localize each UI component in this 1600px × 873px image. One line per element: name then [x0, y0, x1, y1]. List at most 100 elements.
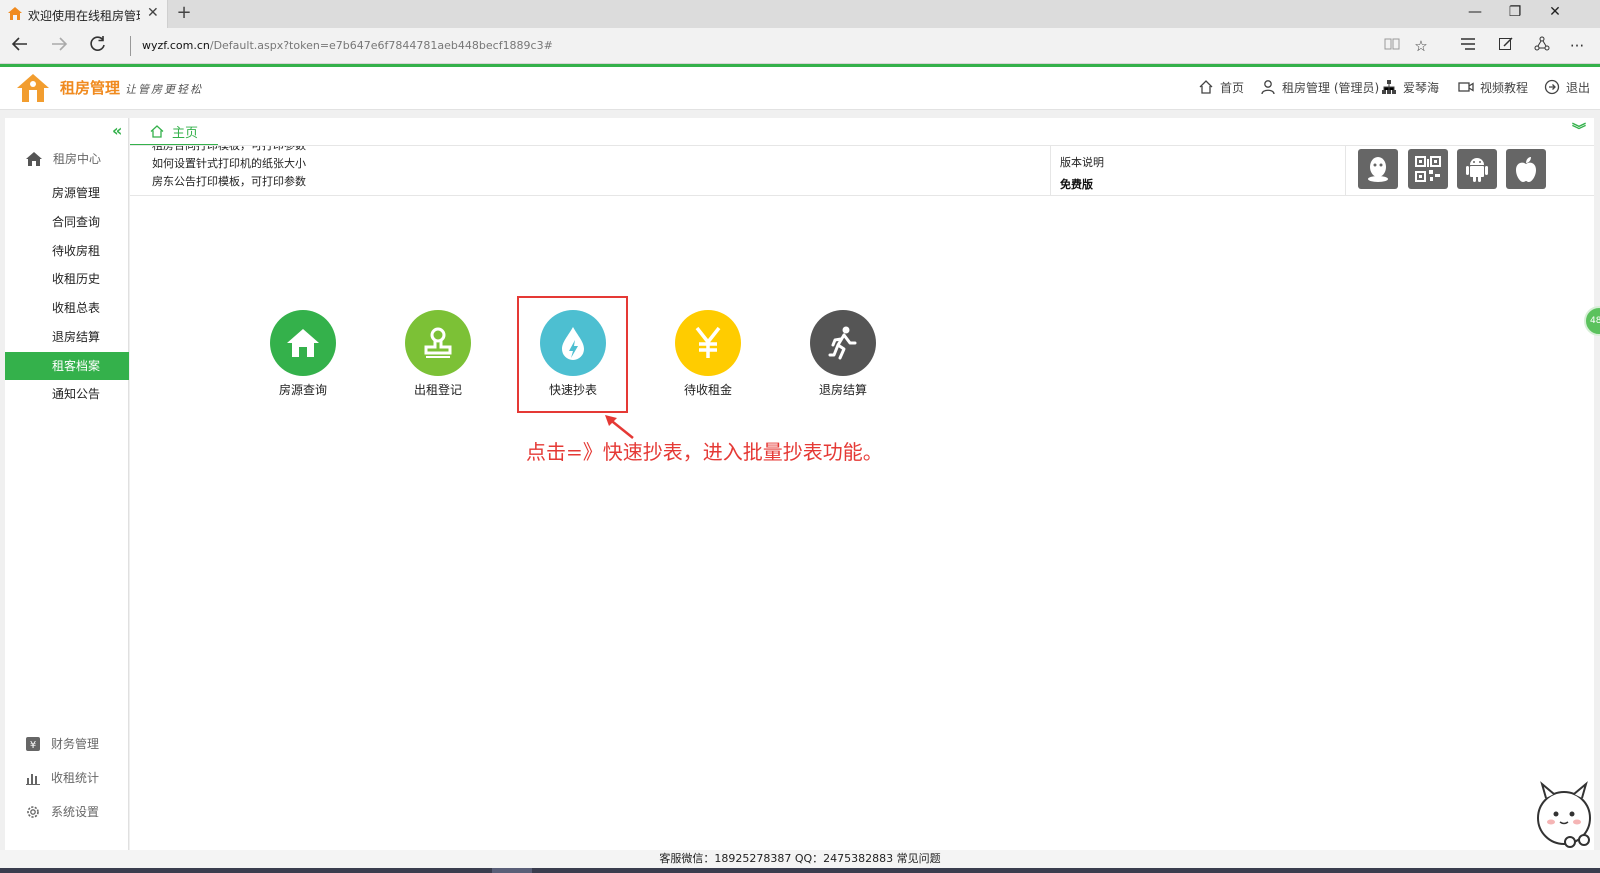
sidebar-home[interactable]: 租房中心: [25, 150, 101, 167]
notice-item[interactable]: 房东公告打印模板，可打印参数: [152, 173, 1052, 191]
tab-home[interactable]: 主页: [130, 118, 218, 146]
nav-home[interactable]: 首页: [1198, 77, 1244, 97]
home-outline-icon: [1199, 80, 1213, 94]
info-divider: [1345, 146, 1346, 196]
nav-org[interactable]: 爱琴海: [1381, 77, 1439, 97]
mascot-icon[interactable]: [1532, 780, 1596, 850]
taskbar-item[interactable]: [492, 868, 532, 873]
browser-tab-bar: 欢迎使用在线租房管理: ✕ + — ❐ ✕: [0, 0, 1600, 28]
yen-icon: ¥: [26, 736, 40, 751]
bar-chart-icon: [26, 773, 40, 785]
version-label[interactable]: 版本说明: [1060, 154, 1104, 170]
qq-icon[interactable]: [1358, 149, 1398, 189]
user-icon: [1261, 80, 1275, 95]
sidebar-item-tenant-files[interactable]: 租客档案: [5, 352, 129, 380]
house-icon: [270, 310, 336, 376]
favorite-star-icon[interactable]: ☆: [1410, 36, 1432, 56]
back-arrow-icon[interactable]: [8, 34, 32, 59]
qr-code-icon[interactable]: [1408, 149, 1448, 189]
sidebar-item-rent-summary[interactable]: 收租总表: [5, 294, 129, 322]
notice-item[interactable]: 如何设置针式打印机的纸张大小: [152, 155, 1052, 173]
footer-text: 客服微信：18925278387 QQ：2475382883 常见问题: [659, 852, 941, 865]
apple-icon[interactable]: [1506, 149, 1546, 189]
forward-arrow-icon[interactable]: [47, 34, 71, 59]
nav-logout[interactable]: 退出: [1544, 77, 1590, 97]
collapse-sidebar-icon[interactable]: «: [112, 121, 122, 140]
sidebar-finance-label: 财务管理: [51, 737, 100, 751]
feature-label: 退房结算: [818, 383, 867, 397]
tab-close-icon[interactable]: ✕: [147, 5, 159, 21]
sidebar-stats[interactable]: 收租统计: [25, 769, 99, 786]
sidebar-settings-label: 系统设置: [51, 805, 100, 819]
logo-house-icon: [17, 74, 49, 102]
app-header: 租房管理 让管房更轻松 首页 租房管理 (管理员) 爱琴海 视频教程 退出: [0, 64, 1600, 110]
reading-view-icon[interactable]: [1381, 36, 1403, 56]
main-content: 主页 ︾ 租房合同打印模板，可打印参数 如何设置针式打印机的纸张大小 房东公告打…: [130, 118, 1594, 850]
sidebar-finance[interactable]: ¥ 财务管理: [25, 735, 99, 752]
notice-list: 租房合同打印模板，可打印参数 如何设置针式打印机的纸张大小 房东公告打印模板，可…: [152, 146, 1052, 196]
share-icon[interactable]: [1531, 36, 1553, 56]
sidebar: « 租房中心 房源管理 合同查询 待收房租 收租历史 收租总表 退房结算 租客档…: [5, 118, 129, 850]
notice-item[interactable]: 租房合同打印模板，可打印参数: [152, 146, 1052, 155]
yen-icon: [675, 310, 741, 376]
sidebar-item-notices[interactable]: 通知公告: [5, 380, 129, 408]
highlight-box: [517, 296, 628, 413]
web-note-icon[interactable]: [1495, 36, 1517, 56]
gear-icon: [27, 805, 39, 818]
new-tab-button[interactable]: +: [174, 2, 194, 23]
annotation-text: 点击=》快速抄表，进入批量抄表功能。: [526, 440, 883, 464]
feature-label: 出租登记: [413, 383, 462, 397]
more-icon[interactable]: ···: [1566, 36, 1588, 56]
browser-tab[interactable]: 欢迎使用在线租房管理: ✕: [0, 0, 168, 28]
svg-text:¥: ¥: [30, 740, 36, 751]
taskbar: [0, 868, 1600, 873]
sidebar-item-pending-rent[interactable]: 待收房租: [5, 237, 129, 265]
sitemap-icon: [1382, 80, 1396, 94]
stamp-icon: [405, 310, 471, 376]
window-close-button[interactable]: ✕: [1540, 4, 1570, 20]
hub-icon[interactable]: [1457, 36, 1479, 56]
feature-label: 待收租金: [683, 383, 732, 397]
runner-icon: [810, 310, 876, 376]
feature-pending-rent[interactable]: 待收租金: [653, 310, 763, 398]
address-bar[interactable]: wyzf.com.cn/Default.aspx?token=e7b647e6f…: [142, 39, 553, 52]
browser-nav-bar: wyzf.com.cn/Default.aspx?token=e7b647e6f…: [0, 28, 1600, 64]
nav-logout-label: 退出: [1566, 80, 1591, 95]
nav-video[interactable]: 视频教程: [1458, 77, 1528, 97]
nav-video-label: 视频教程: [1480, 80, 1529, 95]
logo-text: 租房管理: [60, 79, 121, 97]
android-icon[interactable]: [1457, 149, 1497, 189]
sidebar-item-checkout[interactable]: 退房结算: [5, 323, 129, 351]
refresh-icon[interactable]: [86, 34, 110, 59]
address-separator: [130, 36, 131, 56]
version-value: 免费版: [1060, 178, 1093, 191]
nav-user-label: 租房管理 (管理员): [1282, 80, 1380, 95]
sidebar-item-property[interactable]: 房源管理: [5, 179, 129, 207]
footer: 客服微信：18925278387 QQ：2475382883 常见问题: [0, 850, 1600, 868]
sidebar-item-rent-history[interactable]: 收租历史: [5, 265, 129, 293]
slogan: 让管房更轻松: [125, 83, 203, 96]
nav-home-label: 首页: [1220, 80, 1245, 95]
address-path: /Default.aspx?token=e7b647e6f7844781aeb4…: [209, 39, 553, 52]
expand-chevron-icon[interactable]: ︾: [1572, 120, 1586, 140]
nav-user[interactable]: 租房管理 (管理员): [1260, 77, 1379, 97]
home-filled-icon: [26, 151, 42, 166]
video-icon: [1458, 82, 1474, 92]
nav-org-label: 爱琴海: [1403, 80, 1440, 95]
tab-home-label: 主页: [172, 125, 199, 141]
restore-button[interactable]: ❐: [1500, 4, 1530, 20]
feature-label: 房源查询: [278, 383, 327, 397]
minimize-button[interactable]: —: [1460, 4, 1490, 20]
feature-property-search[interactable]: 房源查询: [248, 310, 358, 398]
address-host: wyzf.com.cn: [142, 39, 210, 52]
tab-title: 欢迎使用在线租房管理:: [28, 9, 140, 23]
house-favicon-icon: [8, 7, 22, 20]
feature-checkout[interactable]: 退房结算: [788, 310, 898, 398]
sidebar-settings[interactable]: 系统设置: [25, 803, 99, 820]
sidebar-stats-label: 收租统计: [51, 771, 100, 785]
home-tab-icon: [150, 124, 164, 138]
logout-icon: [1544, 79, 1560, 95]
feature-rent-register[interactable]: 出租登记: [383, 310, 493, 398]
sidebar-item-contracts[interactable]: 合同查询: [5, 208, 129, 236]
info-bottom-border: [130, 195, 1594, 196]
